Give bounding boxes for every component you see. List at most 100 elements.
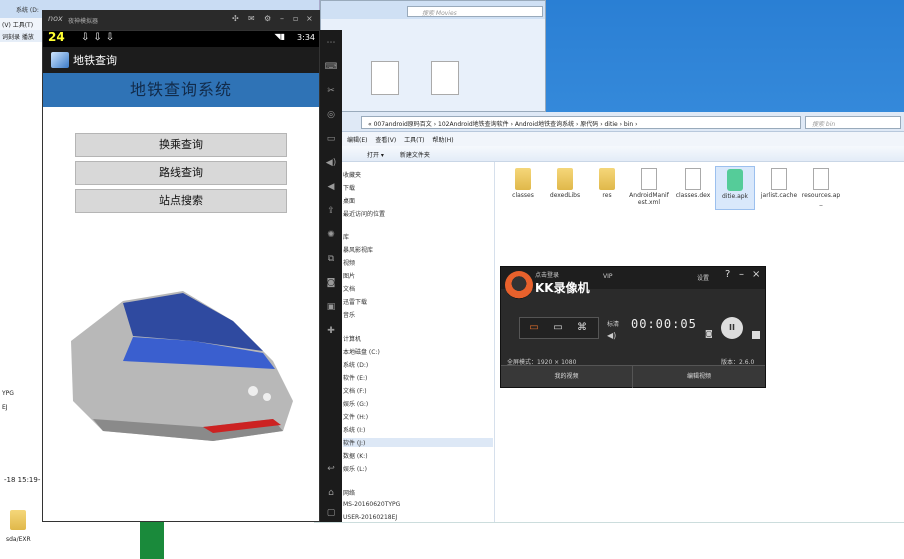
nav-item[interactable]: 数据 (K:) — [343, 451, 368, 460]
system-banner: 地铁查询系统 — [43, 73, 319, 107]
more-icon[interactable]: ⋯ — [323, 36, 339, 50]
nav-item[interactable]: 暴风影视库 — [343, 245, 373, 254]
address-path[interactable]: « 007android原码百文 › 102Android地铁查询软件 › An… — [361, 116, 801, 129]
screen-mode-icon[interactable]: ▭ — [526, 322, 542, 334]
help-icon[interactable]: ? — [725, 269, 730, 280]
file-item[interactable]: res — [587, 168, 627, 199]
file-thumbnail-icon[interactable] — [371, 61, 399, 95]
nav-item-selected[interactable]: 软件 (J:) — [343, 438, 493, 447]
my-videos-button[interactable]: 我的视频 — [501, 366, 633, 388]
bottom-window-strip — [314, 522, 904, 559]
menu-edit[interactable]: 编辑(E) — [347, 137, 367, 144]
maximize-icon[interactable]: ▫ — [293, 14, 298, 23]
train-image — [71, 291, 293, 441]
nav-item[interactable]: 桌面 — [343, 196, 355, 205]
pause-button[interactable]: II — [721, 317, 743, 339]
close-icon[interactable]: × — [306, 14, 313, 23]
kk-recorder-window: 点击登录 VIP 设置 ? – × KK录像机 ▭ ▭ ⌘ 标清 ◀) 00:0… — [500, 266, 766, 388]
file-item-selected[interactable]: ditie.apk — [715, 166, 755, 210]
speaker-icon[interactable]: ◀) — [607, 331, 616, 340]
gamepad-icon[interactable]: ✚ — [323, 324, 339, 338]
nav-item[interactable]: 迅雷下载 — [343, 297, 367, 306]
minimize-icon[interactable]: – — [280, 14, 284, 23]
nav-item[interactable]: 娱乐 (L:) — [343, 464, 367, 473]
folder-icon — [515, 168, 531, 190]
file-item[interactable]: AndroidManifest.xml — [629, 168, 669, 206]
nav-item[interactable]: 最近访问的位置 — [343, 209, 385, 218]
nav-item[interactable]: 文件 (H:) — [343, 412, 368, 421]
file-item[interactable]: resources.ap_ — [801, 168, 841, 206]
android-status-bar: 24 ⇩⇩⇩ ◥▮ 3:34 — [43, 31, 319, 47]
wifi-icon: ◥▮ — [274, 32, 285, 41]
recent-apps-icon[interactable]: ▢ — [323, 506, 339, 520]
monitor-mode-icon[interactable]: ▭ — [550, 322, 566, 334]
multi-icon[interactable]: ⧉ — [323, 252, 339, 266]
kk-settings-link[interactable]: 设置 — [697, 273, 709, 282]
nav-item[interactable]: 网络 — [343, 488, 355, 497]
volume-down-icon[interactable]: ◀ — [323, 180, 339, 194]
file-thumbnail-icon[interactable] — [431, 61, 459, 95]
nav-item[interactable]: 视频 — [343, 258, 355, 267]
nav-item[interactable]: MS-20160620TYPG — [343, 501, 400, 508]
nav-item[interactable]: 系统 (D:) — [343, 360, 368, 369]
file-item[interactable]: classes.dex — [673, 168, 713, 199]
nav-item[interactable]: 软件 (E:) — [343, 373, 367, 382]
minimize-icon[interactable]: – — [739, 269, 744, 280]
movies-search-input[interactable]: 搜索 Movies — [407, 6, 543, 17]
document-icon — [813, 168, 829, 190]
new-folder-button[interactable]: 新建文件夹 — [400, 152, 430, 159]
bg-time-text: -18 15:19- — [4, 476, 41, 484]
game-mode-icon[interactable]: ⌘ — [574, 322, 590, 334]
stop-button[interactable] — [752, 331, 760, 339]
menu-view[interactable]: 查看(V) — [375, 137, 396, 144]
menu-tools[interactable]: 工具(T) — [404, 137, 424, 144]
settings-icon[interactable]: ⚙ — [264, 14, 271, 23]
folder-icon[interactable] — [10, 510, 26, 530]
nav-item[interactable]: 系统 (I:) — [343, 425, 365, 434]
transfer-query-button[interactable]: 换乘查询 — [75, 133, 287, 157]
pin-icon[interactable]: ✣ — [232, 14, 239, 23]
nav-item[interactable]: 娱乐 (G:) — [343, 399, 368, 408]
close-icon[interactable]: × — [752, 269, 760, 280]
nox-logo: nox — [48, 14, 63, 23]
loading-icon[interactable]: ✺ — [323, 228, 339, 242]
record-icon[interactable]: ▣ — [323, 300, 339, 314]
edit-video-button[interactable]: 编辑视频 — [633, 366, 765, 388]
file-item[interactable]: classes — [503, 168, 543, 199]
nav-item[interactable]: 文档 — [343, 284, 355, 293]
nav-item[interactable]: USER-20160218EJ — [343, 514, 397, 521]
back-icon[interactable]: ↩ — [323, 462, 339, 476]
mail-icon[interactable]: ✉ — [248, 14, 255, 23]
route-query-button[interactable]: 路线查询 — [75, 161, 287, 185]
download-notification-icon: ⇩⇩⇩ — [81, 32, 119, 43]
location-icon[interactable]: ◎ — [323, 108, 339, 122]
menu-help[interactable]: 帮助(H) — [432, 137, 453, 144]
volume-up-icon[interactable]: ◀) — [323, 156, 339, 170]
camera-icon[interactable]: ◙ — [705, 329, 713, 338]
nav-item[interactable]: 本地磁盘 (C:) — [343, 347, 380, 356]
document-icon — [685, 168, 701, 190]
keyboard-icon[interactable]: ⌨ — [323, 60, 339, 74]
bin-search-input[interactable]: 搜索 bin — [805, 116, 901, 129]
file-item[interactable]: jarlist.cache — [759, 168, 799, 199]
upload-icon[interactable]: ⇪ — [323, 204, 339, 218]
scissors-icon[interactable]: ✂ — [323, 84, 339, 98]
home-icon[interactable]: ⌂ — [323, 486, 339, 500]
nav-item[interactable]: 库 — [343, 232, 349, 241]
nav-item[interactable]: 下载 — [343, 183, 355, 192]
nav-item[interactable]: 收藏夹 — [343, 170, 361, 179]
nav-item[interactable]: 计算机 — [343, 334, 361, 343]
kk-vip-link[interactable]: VIP — [603, 273, 613, 280]
station-search-button[interactable]: 站点搜索 — [75, 189, 287, 213]
kk-login-link[interactable]: 点击登录 — [535, 270, 559, 279]
nav-item[interactable]: 图片 — [343, 271, 355, 280]
camera-icon[interactable]: ◙ — [323, 276, 339, 290]
status-number: 24 — [48, 30, 65, 44]
file-item[interactable]: dexedLibs — [545, 168, 585, 199]
nav-item[interactable]: 音乐 — [343, 310, 355, 319]
command-bar: 打开 ▾ 新建文件夹 — [331, 146, 904, 162]
kk-quality-label[interactable]: 标清 — [607, 319, 619, 328]
nav-item[interactable]: 文档 (F:) — [343, 386, 367, 395]
screen-icon[interactable]: ▭ — [323, 132, 339, 146]
open-button[interactable]: 打开 ▾ — [367, 152, 384, 159]
